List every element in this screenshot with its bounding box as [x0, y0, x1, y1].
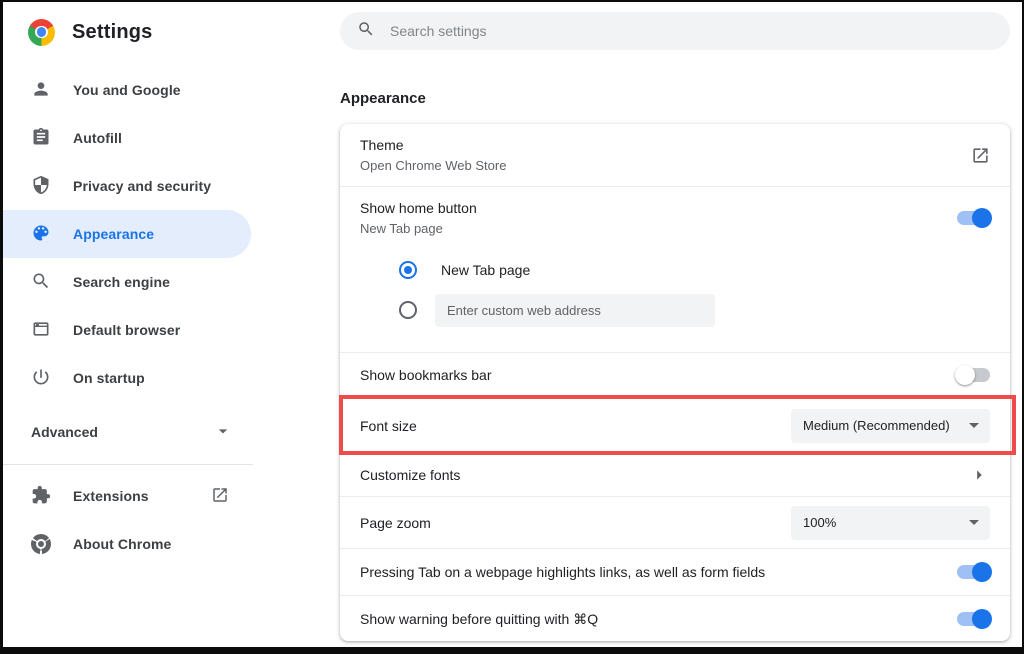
quit-warning-toggle[interactable] — [957, 612, 990, 626]
sidebar-item-about-chrome[interactable]: About Chrome — [3, 520, 251, 568]
custom-address-option — [399, 290, 990, 330]
show-home-button-toggle[interactable] — [957, 211, 990, 225]
sidebar-header: Settings — [3, 2, 265, 62]
sidebar-item-label: Default browser — [73, 322, 180, 338]
page-zoom-row: Page zoom 100% — [340, 496, 1010, 548]
autofill-icon — [31, 127, 51, 150]
show-bookmarks-bar-label: Show bookmarks bar — [360, 365, 492, 385]
new-tab-page-radio[interactable] — [399, 261, 417, 279]
sidebar-item-label: Appearance — [73, 226, 154, 242]
sidebar-item-label: About Chrome — [73, 536, 171, 552]
show-home-button-title: Show home button — [360, 198, 477, 218]
sidebar-item-you-and-google[interactable]: You and Google — [3, 66, 251, 114]
sidebar-footer: Extensions About Chrome — [3, 465, 265, 568]
page-zoom-value: 100% — [803, 515, 836, 530]
show-home-button-row: Show home button New Tab page — [340, 186, 1010, 248]
search-icon — [357, 20, 375, 43]
sidebar-item-appearance[interactable]: Appearance — [3, 210, 251, 258]
page-zoom-dropdown[interactable]: 100% — [791, 506, 990, 540]
tab-highlight-row: Pressing Tab on a webpage highlights lin… — [340, 548, 1010, 595]
section-title: Appearance — [340, 90, 1010, 107]
page-zoom-label: Page zoom — [360, 513, 431, 533]
external-link-icon[interactable] — [971, 146, 990, 165]
person-icon — [31, 79, 51, 102]
sidebar-item-label: Extensions — [73, 488, 149, 504]
sidebar-item-default-browser[interactable]: Default browser — [3, 306, 251, 354]
tab-highlight-toggle[interactable] — [957, 565, 990, 579]
browser-icon — [31, 319, 51, 342]
font-size-row: Font size Medium (Recommended) — [340, 397, 1010, 453]
main-content: Appearance Theme Open Chrome Web Store S… — [265, 2, 1022, 647]
sidebar-item-search-engine[interactable]: Search engine — [3, 258, 251, 306]
sidebar-item-label: Autofill — [73, 130, 122, 146]
font-size-label: Font size — [360, 416, 417, 436]
custom-address-radio[interactable] — [399, 301, 417, 319]
theme-subtitle: Open Chrome Web Store — [360, 157, 506, 175]
advanced-label: Advanced — [31, 424, 98, 440]
sidebar-item-privacy-and-security[interactable]: Privacy and security — [3, 162, 251, 210]
font-size-value: Medium (Recommended) — [803, 418, 950, 433]
new-tab-page-label: New Tab page — [441, 260, 530, 280]
chrome-logo-icon — [28, 19, 55, 46]
sidebar-item-on-startup[interactable]: On startup — [3, 354, 251, 402]
theme-title: Theme — [360, 135, 506, 155]
sidebar-item-label: On startup — [73, 370, 145, 386]
new-tab-page-option: New Tab page — [399, 250, 990, 290]
sidebar-item-label: Search engine — [73, 274, 170, 290]
caret-down-icon — [969, 520, 979, 525]
appearance-card: Theme Open Chrome Web Store Show home bu… — [340, 124, 1010, 641]
chrome-outline-icon — [31, 534, 51, 554]
chrome-settings-window: Settings You and Google Autofill Privacy… — [0, 0, 1024, 654]
caret-down-icon — [969, 423, 979, 428]
sidebar-advanced-expander[interactable]: Advanced — [3, 408, 253, 456]
show-bookmarks-bar-row: Show bookmarks bar — [340, 352, 1010, 397]
home-button-options: New Tab page — [340, 248, 1010, 352]
puzzle-icon — [31, 485, 51, 508]
chevron-down-icon — [213, 421, 233, 444]
page-title: Settings — [72, 21, 153, 44]
sidebar: Settings You and Google Autofill Privacy… — [3, 2, 265, 647]
palette-icon — [31, 223, 51, 246]
search-input[interactable] — [388, 22, 993, 40]
sidebar-item-label: Privacy and security — [73, 178, 211, 194]
theme-row[interactable]: Theme Open Chrome Web Store — [340, 124, 1010, 186]
settings-search-bar[interactable] — [340, 12, 1010, 50]
quit-warning-label: Show warning before quitting with ⌘Q — [360, 609, 598, 629]
customize-fonts-label: Customize fonts — [360, 465, 460, 485]
external-link-icon — [211, 486, 229, 507]
sidebar-item-extensions[interactable]: Extensions — [3, 472, 251, 520]
custom-address-input[interactable] — [435, 294, 715, 327]
sidebar-item-autofill[interactable]: Autofill — [3, 114, 251, 162]
sidebar-item-label: You and Google — [73, 82, 181, 98]
shield-icon — [31, 175, 51, 198]
arrow-right-icon — [968, 464, 990, 486]
show-bookmarks-bar-toggle[interactable] — [957, 368, 990, 382]
show-home-button-subtitle: New Tab page — [360, 220, 477, 238]
font-size-dropdown[interactable]: Medium (Recommended) — [791, 409, 990, 443]
power-icon — [31, 367, 51, 390]
search-icon — [31, 271, 51, 294]
tab-highlight-label: Pressing Tab on a webpage highlights lin… — [360, 562, 765, 582]
customize-fonts-row[interactable]: Customize fonts — [340, 453, 1010, 496]
quit-warning-row: Show warning before quitting with ⌘Q — [340, 595, 1010, 641]
sidebar-nav: You and Google Autofill Privacy and secu… — [3, 62, 265, 402]
